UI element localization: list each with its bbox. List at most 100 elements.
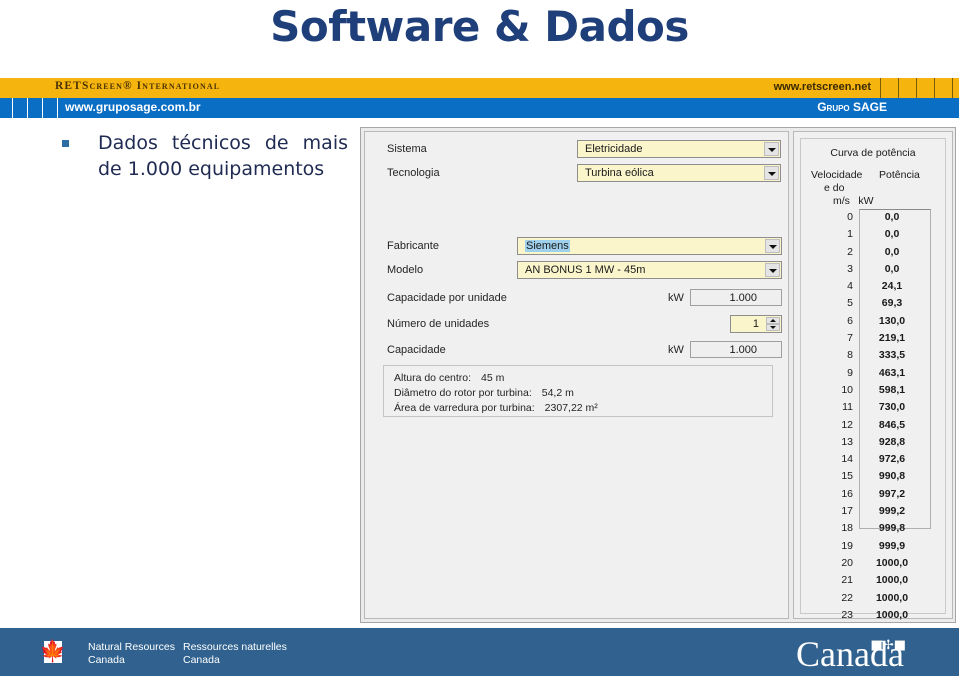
power-curve-row: 16 997,2 [809,486,931,503]
wind-speed-cell: 23 [841,608,853,621]
power-output-cell: 130,0 [878,314,906,327]
power-output-cell: 598,1 [878,383,906,396]
power-curve-row: 4 24,1 [809,278,931,295]
wind-speed-cell: 5 [847,297,853,310]
chevron-down-icon[interactable] [764,166,779,180]
power-curve-row: 15 990,8 [809,468,931,485]
sistema-value: Eletricidade [585,143,643,155]
capacidade-value-box: 1.000 [690,341,782,358]
capacidade-unidade-value: 1.000 [729,292,757,304]
power-output-cell: 69,3 [881,297,903,310]
numero-unidades-stepper[interactable]: 1 [730,315,782,333]
power-output-cell: 0,0 [884,262,900,275]
wind-speed-cell: 18 [841,522,853,535]
numero-unidades-value: 1 [752,318,759,330]
power-output-cell: 1000,0 [875,556,909,569]
nrcan-french-label: Ressources naturelles Canada [183,641,287,666]
modelo-value: AN BONUS 1 MW - 45m [525,264,646,276]
power-curve-row: 13 928,8 [809,434,931,451]
area-value: 2307,22 m² [544,402,598,414]
chevron-down-icon[interactable] [765,239,780,253]
sage-tick-1 [12,98,13,118]
wind-speed-cell: 16 [841,487,853,500]
maple-leaf-icon: 🍁 [39,639,67,663]
power-curve-power-unit: kW [858,195,874,207]
banner-tick-4 [934,78,935,98]
capacidade-label: Capacidade [387,344,446,356]
wind-speed-cell: 7 [847,332,853,345]
wind-speed-cell: 20 [841,556,853,569]
wind-speed-cell: 15 [841,470,853,483]
power-curve-inner: Curva de potência Velocidade Potência e … [800,138,946,655]
retscreen-app-window: Sistema Eletricidade Tecnologia Turbina … [360,127,956,655]
wind-speed-cell: 10 [841,383,853,396]
fabricante-dropdown[interactable]: Siemens [517,237,782,255]
row-capacidade: Capacidade kW 1.000 [365,341,788,363]
power-output-cell: 24,1 [881,280,903,293]
power-curve-row: 21 1000,0 [809,572,931,589]
power-curve-row: 19 999,9 [809,538,931,555]
power-output-cell: 972,6 [878,453,906,466]
capacidade-unidade-unit: kW [668,292,684,304]
wind-speed-cell: 6 [847,314,853,327]
power-curve-row: 11 730,0 [809,399,931,416]
wind-speed-cell: 8 [847,349,853,362]
power-curve-rows: 0 0,0 1 0,0 2 0,0 3 0,0 4 24,1 5 69,3 6 130,0 7 219,1 8 3… [809,209,931,659]
power-output-cell: 219,1 [878,332,906,345]
info-line-diametro: Diâmetro do rotor por turbina: 54,2 m [394,387,574,399]
stepper-down-icon[interactable] [766,324,780,331]
wind-speed-cell: 19 [841,539,853,552]
retscreen-brand-label: RETScreen® International [55,80,221,92]
row-sistema: Sistema Eletricidade [365,140,788,162]
fabricante-value: Siemens [525,240,570,252]
power-curve-row: 17 999,2 [809,503,931,520]
page-title: Software & Dados [270,2,689,51]
wind-speed-cell: 17 [841,505,853,518]
sage-tick-4 [57,98,58,118]
sistema-label: Sistema [387,143,427,155]
power-curve-row: 22 1000,0 [809,590,931,607]
power-output-cell: 0,0 [884,245,900,258]
tecnologia-label: Tecnologia [387,167,440,179]
row-capacidade-por-unidade: Capacidade por unidade kW 1.000 [365,289,788,311]
capacidade-unit: kW [668,344,684,356]
power-curve-row: 18 999,8 [809,520,931,537]
power-output-cell: 463,1 [878,366,906,379]
power-output-cell: 846,5 [878,418,906,431]
altura-label: Altura do centro: [394,372,472,384]
banner-tick-1 [880,78,881,98]
power-curve-speed-header: Velocidade [811,169,863,181]
wind-speed-cell: 3 [847,262,853,275]
row-numero-unidades: Número de unidades 1 [365,315,788,337]
sage-tick-2 [27,98,28,118]
power-output-cell: 333,5 [878,349,906,362]
power-curve-row: 20 1000,0 [809,555,931,572]
power-output-cell: 999,2 [878,505,906,518]
fabricante-label: Fabricante [387,240,439,252]
stepper-up-icon[interactable] [766,317,780,324]
footer-bar: 🍁 Natural Resources Canada Ressources na… [0,628,959,676]
wind-speed-cell: 0 [847,211,853,223]
wind-speed-cell: 21 [841,574,853,587]
tecnologia-dropdown[interactable]: Turbina eólica [577,164,781,182]
wind-speed-cell: 13 [841,435,853,448]
wind-speed-cell: 22 [841,591,853,604]
chevron-down-icon[interactable] [765,263,780,277]
info-line-altura: Altura do centro: 45 m [394,372,504,384]
power-curve-row: 0 0,0 [809,209,931,226]
numero-unidades-label: Número de unidades [387,318,490,330]
power-output-cell: 730,0 [878,401,906,414]
sage-brand-label: Grupo SAGE [817,100,887,114]
chevron-down-icon[interactable] [764,142,779,156]
wind-speed-cell: 11 [842,401,853,414]
capacidade-value: 1.000 [729,344,757,356]
modelo-dropdown[interactable]: AN BONUS 1 MW - 45m [517,261,782,279]
canada-wordmark-flag-icon: ■✢■ [870,638,906,653]
banner-tick-5 [952,78,953,98]
power-curve-row: 2 0,0 [809,244,931,261]
tecnologia-value: Turbina eólica [585,167,654,179]
sistema-dropdown[interactable]: Eletricidade [577,140,781,158]
turbine-info-group: Altura do centro: 45 m Diâmetro do rotor … [383,365,773,417]
retscreen-url-label: www.retscreen.net [773,81,871,93]
bullet-square-icon [62,140,69,147]
